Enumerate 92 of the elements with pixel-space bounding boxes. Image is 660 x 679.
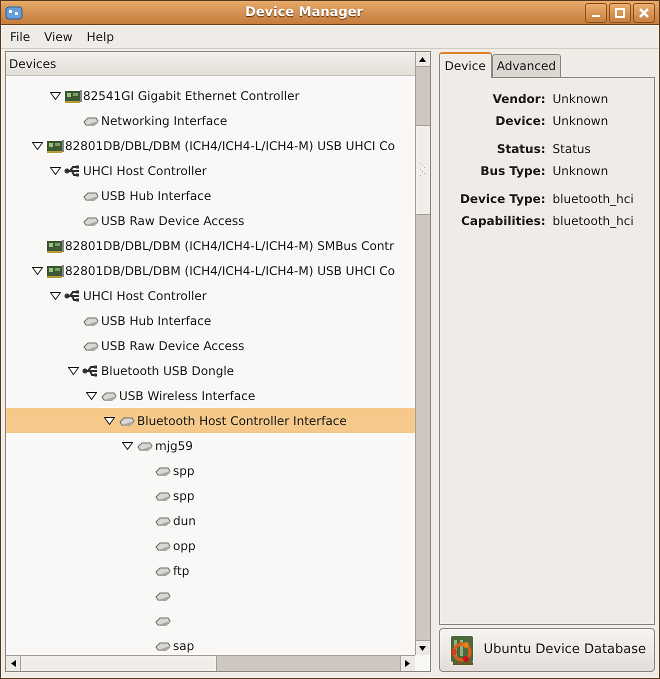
menu-item[interactable]: Help bbox=[82, 26, 119, 48]
property-label: Vendor: bbox=[492, 91, 546, 108]
property-label: Capabilities: bbox=[461, 213, 546, 230]
menu-item[interactable]: View bbox=[39, 26, 78, 48]
expander-icon[interactable] bbox=[122, 442, 132, 450]
tree-row[interactable]: dun bbox=[6, 508, 415, 533]
tree-row[interactable]: USB Hub Interface bbox=[6, 308, 415, 333]
tree-row[interactable]: 82801DB/DBL/DBM (ICH4/ICH4-L/ICH4-M) SMBus Contr bbox=[6, 233, 415, 258]
tree-row[interactable]: opp bbox=[6, 533, 415, 558]
tab[interactable]: Device bbox=[438, 52, 492, 78]
tree-label: UHCI Host Controller bbox=[83, 162, 207, 180]
tree-label: mjg59 bbox=[155, 438, 193, 454]
tree-label: 82801DB/DBL/DBM (ICH4/ICH4-L/ICH4-M) USB UHCI Co bbox=[65, 138, 395, 154]
minimize-button[interactable] bbox=[585, 2, 607, 22]
usb-icon bbox=[64, 162, 82, 178]
tree-row[interactable]: Networking Interface bbox=[6, 108, 415, 133]
tree-label: sap bbox=[173, 638, 194, 654]
tree-row[interactable]: 82801DB/DBL/DBM (ICH4/ICH4-L/ICH4-M) USB UHCI Co bbox=[6, 133, 415, 158]
expander-icon[interactable] bbox=[50, 92, 60, 100]
horizontal-scrollbar[interactable] bbox=[6, 655, 415, 671]
tree-label: spp bbox=[173, 488, 194, 504]
expander-icon[interactable] bbox=[32, 142, 42, 150]
expander-icon[interactable] bbox=[104, 416, 114, 424]
tree-row[interactable]: ftp bbox=[6, 558, 415, 583]
tree-label: USB Raw Device Access bbox=[101, 212, 244, 230]
tree-row[interactable]: USB Wireless Interface bbox=[6, 383, 415, 408]
close-button[interactable] bbox=[633, 2, 655, 22]
maximize-button[interactable] bbox=[609, 2, 631, 22]
tree-label: USB Raw Device Access bbox=[101, 338, 244, 354]
card-icon bbox=[64, 88, 82, 104]
tree-row[interactable]: Bluetooth USB Dongle bbox=[6, 358, 415, 383]
property-value: Unknown bbox=[552, 113, 610, 130]
tab[interactable]: Advanced bbox=[492, 54, 561, 77]
tree-row[interactable]: 82541GI Gigabit Ethernet Controller bbox=[6, 83, 415, 108]
tree-row[interactable]: USB Raw Device Access bbox=[6, 333, 415, 358]
tree-label: spp bbox=[173, 462, 194, 480]
expander-icon[interactable] bbox=[86, 392, 96, 400]
tree-label: 82801DB/DBL/DBM (ICH4/ICH4-L/ICH4-M) SMBus Contr bbox=[65, 238, 394, 254]
scroll-up-icon bbox=[419, 56, 426, 62]
tree-label: Bluetooth Host Controller Interface bbox=[137, 412, 347, 430]
card-icon bbox=[46, 238, 64, 254]
tree-row[interactable]: mjg59 bbox=[6, 433, 415, 458]
tree-label: ftp bbox=[173, 562, 190, 580]
app-icon bbox=[5, 6, 23, 20]
tree-row[interactable]: USB Raw Device Access bbox=[6, 208, 415, 233]
expander-icon[interactable] bbox=[50, 292, 60, 300]
card-icon bbox=[46, 138, 64, 154]
property-label: Status: bbox=[496, 141, 546, 158]
expander-icon[interactable] bbox=[68, 366, 78, 374]
tree-label: dun bbox=[173, 512, 196, 530]
tree-label: USB Hub Interface bbox=[101, 188, 212, 204]
property-value: Status bbox=[552, 141, 592, 158]
maximize-icon bbox=[615, 8, 625, 18]
tree-row[interactable]: spp bbox=[6, 458, 415, 483]
menu-item[interactable]: File bbox=[5, 26, 36, 48]
window-title: Device Manager bbox=[245, 4, 363, 22]
minimize-icon bbox=[592, 14, 600, 16]
tree-label: UHCI Host Controller bbox=[83, 288, 207, 304]
column-header[interactable]: Devices bbox=[6, 52, 415, 76]
tree-row[interactable]: sap bbox=[6, 633, 415, 655]
scroll-left-icon bbox=[10, 660, 16, 667]
tree-row[interactable]: spp bbox=[6, 483, 415, 508]
expander-icon[interactable] bbox=[50, 166, 60, 174]
usb-icon bbox=[64, 288, 82, 304]
database-button[interactable]: Ubuntu Device Database bbox=[438, 628, 655, 672]
close-icon bbox=[639, 8, 649, 18]
tree-label: 82801DB/DBL/DBM (ICH4/ICH4-L/ICH4-M) USB UHCI Co bbox=[65, 262, 395, 280]
property-value: Unknown bbox=[552, 91, 610, 108]
vertical-scrollbar[interactable] bbox=[414, 52, 430, 655]
tree-row[interactable]: UHCI Host Controller bbox=[6, 158, 415, 183]
card-icon bbox=[46, 262, 64, 278]
column-label: Devices bbox=[9, 56, 56, 72]
scroll-down-icon bbox=[419, 646, 426, 650]
tree-label: 82541GI Gigabit Ethernet Controller bbox=[83, 88, 300, 104]
tree-row[interactable]: Bluetooth Host Controller Interface bbox=[6, 408, 415, 433]
tree-row[interactable]: 82801DB/DBL/DBM (ICH4/ICH4-L/ICH4-M) USB UHCI Co bbox=[6, 258, 415, 283]
tree-label: opp bbox=[173, 538, 196, 554]
property-value: bluetooth_hci bbox=[552, 213, 634, 230]
property-label: Bus Type: bbox=[480, 163, 546, 180]
property-value: Unknown bbox=[552, 163, 610, 180]
tree-label: Bluetooth USB Dongle bbox=[101, 362, 234, 380]
property-value: bluetooth_hci bbox=[552, 191, 634, 208]
usb-icon bbox=[82, 362, 100, 378]
tree-label: USB Wireless Interface bbox=[119, 388, 256, 404]
tree-label: USB Hub Interface bbox=[101, 312, 212, 330]
expander-icon[interactable] bbox=[32, 266, 42, 274]
tree-row[interactable]: UHCI Host Controller bbox=[6, 283, 415, 308]
tree-row[interactable]: USB Hub Interface bbox=[6, 183, 415, 208]
tree-label: Networking Interface bbox=[101, 112, 228, 130]
property-label: Device Type: bbox=[460, 191, 546, 208]
scroll-right-icon bbox=[405, 660, 410, 667]
property-label: Device: bbox=[495, 113, 546, 130]
